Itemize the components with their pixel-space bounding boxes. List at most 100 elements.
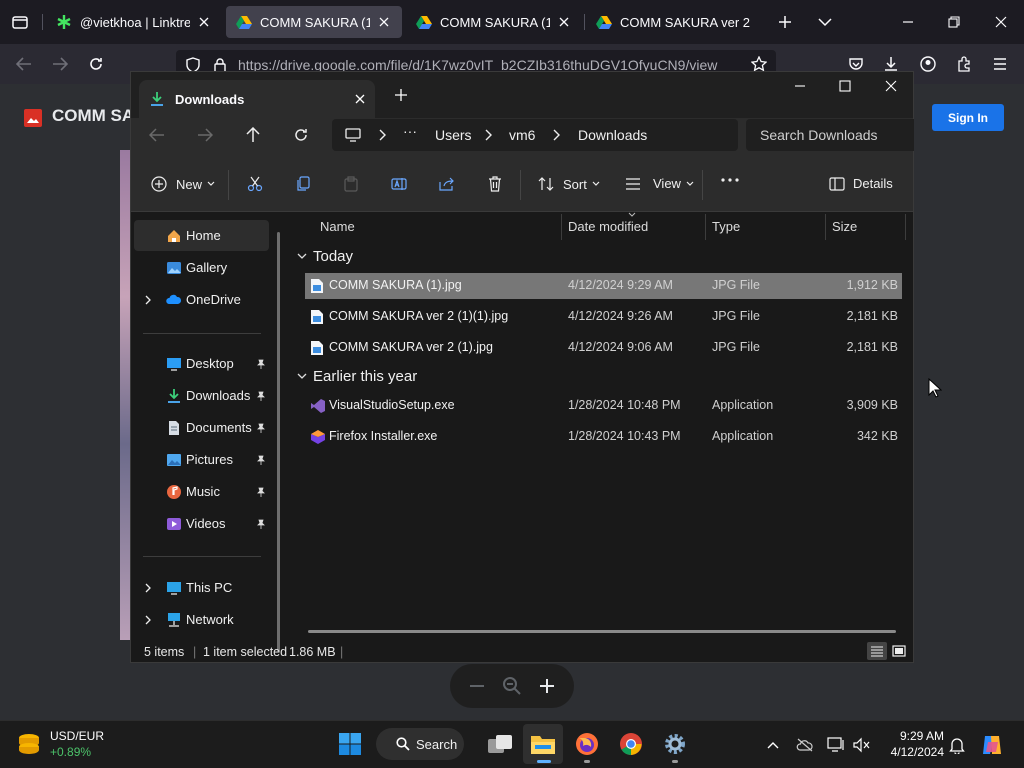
pin-icon[interactable] bbox=[256, 423, 266, 433]
sign-in-button[interactable]: Sign In bbox=[932, 104, 1004, 131]
file-row[interactable]: COMM SAKURA (1).jpg 4/12/2024 9:29 AM JP… bbox=[305, 273, 902, 299]
more-options-icon[interactable] bbox=[721, 178, 739, 182]
share-icon[interactable] bbox=[439, 176, 455, 192]
sidebar-item-this-pc[interactable]: This PC bbox=[134, 572, 269, 603]
column-header-type[interactable]: Type bbox=[712, 219, 740, 234]
pin-icon[interactable] bbox=[256, 455, 266, 465]
maximize-icon[interactable] bbox=[834, 75, 856, 97]
chevron-down-icon[interactable] bbox=[814, 11, 836, 33]
file-row[interactable]: COMM SAKURA ver 2 (1).jpg 4/12/2024 9:06… bbox=[305, 335, 902, 361]
sidebar-scrollbar[interactable] bbox=[277, 232, 280, 652]
menu-icon[interactable] bbox=[989, 53, 1011, 75]
pin-icon[interactable] bbox=[256, 487, 266, 497]
copy-icon[interactable] bbox=[295, 176, 311, 192]
task-view-button[interactable] bbox=[480, 724, 520, 764]
stock-widget[interactable]: USD/EUR +0.89% bbox=[14, 728, 124, 764]
taskbar-file-explorer[interactable] bbox=[523, 724, 563, 764]
breadcrumb-users[interactable]: Users bbox=[435, 127, 472, 143]
new-tab-icon[interactable] bbox=[390, 84, 412, 106]
pin-icon[interactable] bbox=[256, 391, 266, 401]
close-icon[interactable] bbox=[880, 75, 902, 97]
pin-icon[interactable] bbox=[256, 519, 266, 529]
delete-icon[interactable] bbox=[487, 176, 503, 192]
explorer-tab-downloads[interactable]: Downloads bbox=[139, 80, 375, 118]
up-arrow-icon[interactable] bbox=[242, 124, 264, 146]
chevron-up-icon[interactable] bbox=[762, 734, 784, 756]
close-icon[interactable] bbox=[556, 14, 572, 30]
view-button[interactable]: View bbox=[625, 176, 694, 191]
close-icon[interactable] bbox=[990, 11, 1012, 33]
taskbar-settings[interactable] bbox=[655, 724, 695, 764]
back-arrow-icon[interactable] bbox=[146, 124, 168, 146]
details-button[interactable]: Details bbox=[829, 176, 893, 191]
chevron-right-icon[interactable] bbox=[144, 295, 152, 305]
chevron-right-icon[interactable] bbox=[144, 615, 152, 625]
group-header-earlier-this-year[interactable]: Earlier this year bbox=[297, 368, 417, 385]
sidebar-item-onedrive[interactable]: OneDrive bbox=[134, 284, 269, 315]
account-icon[interactable] bbox=[917, 53, 939, 75]
browser-tab-comm-sakura-active[interactable]: COMM SAKURA (1).jpg bbox=[226, 6, 402, 38]
zoom-in-icon[interactable] bbox=[539, 678, 555, 694]
browser-tab-comm-sakura[interactable]: COMM SAKURA (1).jpg bbox=[406, 6, 582, 38]
breadcrumb-downloads[interactable]: Downloads bbox=[578, 127, 647, 143]
file-row[interactable]: COMM SAKURA ver 2 (1)(1).jpg 4/12/2024 9… bbox=[305, 304, 902, 330]
refresh-icon[interactable] bbox=[290, 124, 312, 146]
start-button[interactable] bbox=[330, 724, 370, 764]
sidebar-item-gallery[interactable]: Gallery bbox=[134, 252, 269, 283]
reload-icon[interactable] bbox=[85, 53, 107, 75]
zoom-out-icon[interactable] bbox=[469, 684, 485, 688]
extensions-icon[interactable] bbox=[953, 53, 975, 75]
copilot-icon[interactable] bbox=[978, 731, 1006, 759]
forward-icon[interactable] bbox=[49, 53, 71, 75]
sidebar-item-downloads[interactable]: Downloads bbox=[134, 380, 269, 411]
close-icon[interactable] bbox=[376, 14, 392, 30]
sidebar-item-pictures[interactable]: Pictures bbox=[134, 444, 269, 475]
chevron-right-icon[interactable] bbox=[144, 583, 152, 593]
sidebar-item-videos[interactable]: Videos bbox=[134, 508, 269, 539]
file-row[interactable]: VisualStudioSetup.exe 1/28/2024 10:48 PM… bbox=[305, 393, 902, 419]
taskbar-search[interactable]: Search bbox=[376, 728, 464, 760]
sidebar-item-home[interactable]: Home bbox=[134, 220, 269, 251]
sidebar-item-desktop[interactable]: Desktop bbox=[134, 348, 269, 379]
sort-button[interactable]: Sort bbox=[538, 176, 600, 192]
paste-icon[interactable] bbox=[343, 176, 359, 192]
monitor-icon[interactable] bbox=[342, 124, 364, 146]
close-icon[interactable] bbox=[196, 14, 212, 30]
browser-tab-linktree[interactable]: @vietkhoa | Linktree bbox=[46, 6, 222, 38]
notification-bell-icon[interactable] bbox=[946, 734, 968, 756]
file-row[interactable]: Firefox Installer.exe 1/28/2024 10:43 PM… bbox=[305, 424, 902, 450]
more-breadcrumb-icon[interactable]: ··· bbox=[403, 123, 417, 139]
new-button[interactable]: New bbox=[151, 176, 215, 192]
minimize-icon[interactable] bbox=[789, 75, 811, 97]
back-icon[interactable] bbox=[13, 53, 35, 75]
zoom-reset-icon[interactable] bbox=[502, 676, 522, 696]
onedrive-offline-icon[interactable] bbox=[794, 734, 816, 756]
sidebar-item-documents[interactable]: Documents bbox=[134, 412, 269, 443]
tiles-view-icon[interactable] bbox=[889, 642, 909, 660]
pin-icon[interactable] bbox=[256, 359, 266, 369]
breadcrumb-vm6[interactable]: vm6 bbox=[509, 127, 535, 143]
column-header-name[interactable]: Name bbox=[320, 219, 355, 234]
file-name: Firefox Installer.exe bbox=[329, 429, 438, 443]
cut-icon[interactable] bbox=[247, 176, 263, 192]
close-icon[interactable] bbox=[355, 94, 365, 104]
forward-arrow-icon[interactable] bbox=[194, 124, 216, 146]
taskbar-chrome[interactable] bbox=[611, 724, 651, 764]
search-downloads-input[interactable]: Search Downloads bbox=[746, 119, 914, 151]
minimize-icon[interactable] bbox=[897, 11, 919, 33]
horizontal-scrollbar[interactable] bbox=[308, 630, 896, 633]
system-clock[interactable]: 9:29 AM 4/12/2024 bbox=[868, 728, 944, 760]
sidebar-item-music[interactable]: Music bbox=[134, 476, 269, 507]
group-header-today[interactable]: Today bbox=[297, 248, 353, 265]
restore-icon[interactable] bbox=[943, 11, 965, 33]
column-header-date-modified[interactable]: Date modified bbox=[568, 219, 648, 234]
new-tab-icon[interactable] bbox=[774, 11, 796, 33]
details-view-icon[interactable] bbox=[867, 642, 887, 660]
sidebar-item-network[interactable]: Network bbox=[134, 604, 269, 635]
display-icon[interactable] bbox=[825, 734, 847, 756]
taskbar-firefox[interactable] bbox=[567, 724, 607, 764]
browser-tab-comm-sakura-ver2[interactable]: COMM SAKURA ver 2 ( bbox=[586, 6, 764, 38]
tab-overview-icon[interactable] bbox=[9, 11, 31, 33]
rename-icon[interactable] bbox=[391, 176, 407, 192]
column-header-size[interactable]: Size bbox=[832, 219, 857, 234]
